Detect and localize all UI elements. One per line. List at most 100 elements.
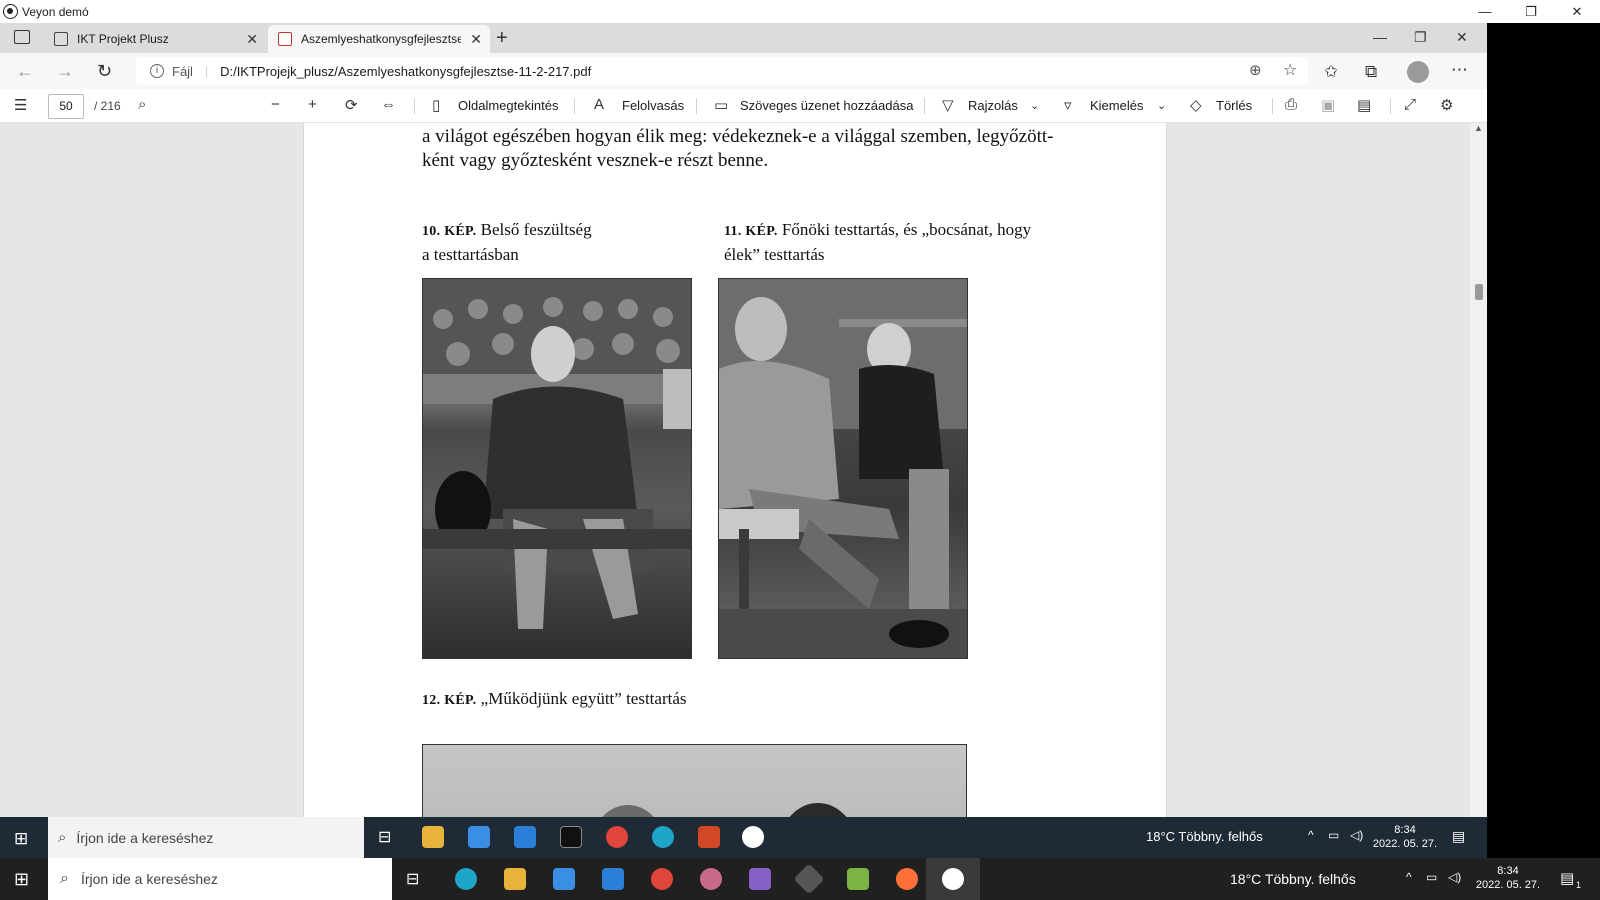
- windows-start-icon[interactable]: ⊞: [14, 869, 29, 890]
- powerpoint-icon[interactable]: [698, 826, 720, 848]
- close-button[interactable]: ✕: [1456, 29, 1468, 46]
- zoom-in-icon[interactable]: +: [308, 96, 317, 113]
- new-tab-button[interactable]: +: [496, 27, 508, 50]
- taskbar-search-box[interactable]: ⌕ Írjon ide a kereséshez: [48, 817, 364, 858]
- fit-width-icon[interactable]: ⇔: [381, 96, 396, 113]
- firefox-icon[interactable]: [896, 868, 918, 890]
- read-aloud-button[interactable]: Felolvasás: [622, 98, 684, 113]
- task-view-icon[interactable]: ⊟: [378, 827, 391, 847]
- task-view-icon[interactable]: ⊟: [406, 869, 419, 889]
- scroll-up-icon[interactable]: ▲: [1474, 123, 1483, 133]
- volume-icon[interactable]: ◁): [1448, 870, 1461, 884]
- refresh-button[interactable]: ↻: [97, 61, 112, 82]
- windows-start-icon[interactable]: ⊞: [14, 829, 28, 849]
- tray-chevron-icon[interactable]: ^: [1308, 828, 1314, 842]
- network-icon[interactable]: ▭: [1328, 828, 1339, 842]
- settings-icon[interactable]: ⚙: [1440, 96, 1453, 114]
- contents-icon[interactable]: ☰: [14, 96, 27, 114]
- file-explorer-icon[interactable]: [422, 826, 444, 848]
- clock[interactable]: 8:34 2022. 05. 27.: [1470, 864, 1546, 892]
- clock-date: 2022. 05. 27.: [1475, 879, 1541, 891]
- draw-dropdown-icon[interactable]: ⌄: [1030, 99, 1039, 112]
- zoom-icon[interactable]: ⊕: [1249, 61, 1262, 79]
- forward-button[interactable]: →: [56, 61, 74, 82]
- save-as-icon[interactable]: ▤: [1357, 96, 1371, 114]
- veyon-close-button[interactable]: ✕: [1554, 0, 1600, 23]
- save-icon[interactable]: ▣: [1321, 96, 1335, 114]
- file-explorer-icon[interactable]: [504, 868, 526, 890]
- veyon-minimize-button[interactable]: —: [1462, 0, 1508, 23]
- snip-icon[interactable]: [700, 868, 722, 890]
- fullscreen-icon[interactable]: ⤢: [1404, 96, 1416, 113]
- print-icon[interactable]: ⎙: [1285, 96, 1297, 113]
- veyon-restore-button[interactable]: ❐: [1508, 0, 1554, 23]
- zoom-out-icon[interactable]: −: [271, 96, 280, 113]
- empty-area: [1487, 23, 1600, 900]
- visual-studio-icon[interactable]: [749, 868, 771, 890]
- minimize-button[interactable]: —: [1373, 29, 1387, 45]
- draw-icon[interactable]: ▽: [942, 96, 954, 114]
- edge-icon[interactable]: [652, 826, 674, 848]
- notes-icon[interactable]: [847, 868, 869, 890]
- notifications-icon[interactable]: ▤: [1452, 828, 1465, 845]
- highlight-dropdown-icon[interactable]: ⌄: [1157, 99, 1166, 112]
- terminal-icon[interactable]: [560, 826, 582, 848]
- clock[interactable]: 8:34 2022. 05. 27.: [1370, 823, 1440, 851]
- tab-actions-icon[interactable]: [14, 30, 30, 44]
- favorites-icon[interactable]: ✩: [1324, 62, 1338, 82]
- read-aloud-icon[interactable]: A: [594, 96, 604, 113]
- tab-close-icon[interactable]: ✕: [470, 31, 482, 48]
- weather-text[interactable]: 18°C Többny. felhős: [1230, 871, 1356, 887]
- caption-text: élek” testtartás: [724, 245, 825, 264]
- volume-icon[interactable]: ◁): [1350, 828, 1363, 842]
- network-icon[interactable]: ▭: [1426, 870, 1437, 884]
- add-favorite-icon[interactable]: ☆: [1283, 60, 1297, 80]
- mail-icon[interactable]: [602, 868, 624, 890]
- edge-icon[interactable]: [455, 868, 477, 890]
- search-icon: ⌕: [60, 870, 69, 887]
- chrome-icon[interactable]: [651, 868, 673, 890]
- add-text-button[interactable]: Szöveges üzenet hozzáadása: [740, 98, 913, 113]
- veyon-icon[interactable]: [942, 868, 964, 890]
- search-placeholder: Írjon ide a kereséshez: [76, 829, 214, 846]
- tab-pdf[interactable]: Aszemlyeshatkonysgfejlesztse-1 ✕: [268, 25, 490, 53]
- scrollbar-thumb[interactable]: [1475, 284, 1483, 300]
- notification-count: 1: [1576, 880, 1582, 890]
- collections-icon[interactable]: ⧉: [1365, 62, 1377, 82]
- draw-button[interactable]: Rajzolás: [968, 98, 1018, 113]
- highlight-icon[interactable]: ▿: [1064, 96, 1072, 114]
- address-url[interactable]: D:/IKTProjejk_plusz/Aszemlyeshatkonysgfe…: [220, 64, 591, 79]
- tool-icon[interactable]: [793, 863, 825, 895]
- vertical-scrollbar[interactable]: ▲ ▼: [1470, 123, 1487, 840]
- mail-icon[interactable]: [514, 826, 536, 848]
- eraser-icon[interactable]: ◇: [1190, 96, 1202, 114]
- host-taskbar: ⊞ ⌕ Írjon ide a kereséshez ⊟ 18°C Többny…: [0, 858, 1600, 900]
- page-view-icon[interactable]: ▯: [432, 96, 440, 114]
- store-icon[interactable]: [468, 826, 490, 848]
- page-number-input[interactable]: 50: [48, 94, 84, 119]
- taskbar-search-box[interactable]: ⌕ Írjon ide a kereséshez: [48, 858, 392, 900]
- page-view-button[interactable]: Oldalmegtekintés: [458, 98, 558, 113]
- pdf-viewer[interactable]: a világot egészében hogyan élik meg: véd…: [0, 123, 1470, 840]
- clock-time: 8:34: [1394, 824, 1416, 836]
- more-menu-icon[interactable]: ⋯: [1451, 60, 1468, 80]
- info-icon[interactable]: i: [150, 64, 164, 78]
- restore-button[interactable]: ❐: [1414, 29, 1427, 46]
- notifications-icon[interactable]: ▤: [1560, 869, 1574, 887]
- weather-text[interactable]: 18°C Többny. felhős: [1146, 829, 1263, 844]
- search-icon[interactable]: ⌕: [138, 96, 146, 113]
- back-button[interactable]: ←: [16, 61, 34, 82]
- chrome-icon[interactable]: [606, 826, 628, 848]
- profile-avatar[interactable]: [1407, 61, 1429, 83]
- veyon-icon[interactable]: [742, 826, 764, 848]
- rotate-icon[interactable]: ⟳: [345, 96, 358, 114]
- erase-button[interactable]: Törlés: [1216, 98, 1252, 113]
- tab-ikt-projekt[interactable]: IKT Projekt Plusz ✕: [44, 25, 266, 53]
- store-icon[interactable]: [553, 868, 575, 890]
- tray-chevron-icon[interactable]: ^: [1406, 870, 1412, 884]
- search-placeholder: Írjon ide a kereséshez: [80, 871, 218, 887]
- address-bar[interactable]: i Fájl | D:/IKTProjejk_plusz/Aszemlyesha…: [136, 57, 1308, 85]
- tab-close-icon[interactable]: ✕: [246, 31, 258, 48]
- add-text-icon[interactable]: ▭: [714, 96, 728, 114]
- highlight-button[interactable]: Kiemelés: [1090, 98, 1143, 113]
